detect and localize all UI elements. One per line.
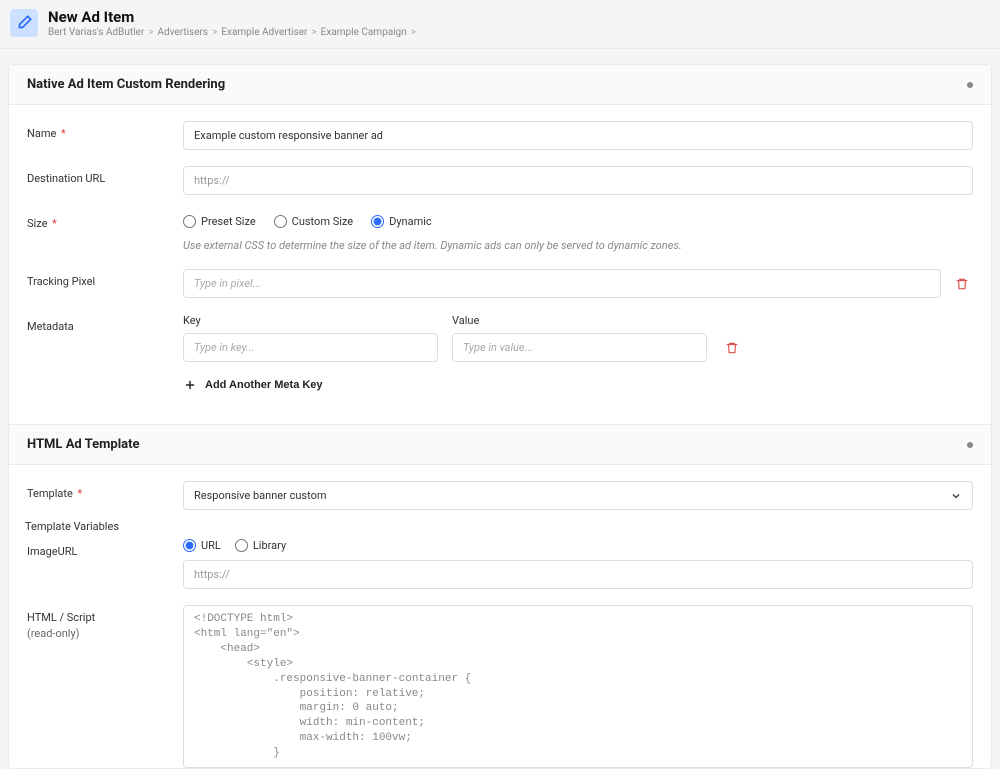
- breadcrumb-item[interactable]: Example Advertiser: [221, 27, 307, 38]
- plus-icon: [183, 378, 197, 392]
- metadata-delete-button[interactable]: [721, 337, 743, 359]
- edit-icon: [10, 9, 38, 37]
- section-title: Native Ad Item Custom Rendering: [27, 77, 225, 92]
- page-title: New Ad Item: [48, 8, 416, 26]
- chevron-down-icon: [950, 490, 962, 502]
- breadcrumb: Bert Varias's AdButler > Advertisers > E…: [48, 27, 416, 38]
- page-header: New Ad Item Bert Varias's AdButler > Adv…: [0, 0, 1000, 49]
- section-header-template[interactable]: HTML Ad Template: [9, 424, 991, 465]
- imageurl-radio-url[interactable]: URL: [183, 539, 221, 552]
- label-name: Name *: [27, 121, 183, 140]
- collapse-dot-icon: [967, 442, 973, 448]
- section-title: HTML Ad Template: [27, 437, 140, 452]
- label-image-url: ImageURL: [27, 539, 183, 558]
- breadcrumb-item[interactable]: Bert Varias's AdButler: [48, 27, 144, 38]
- metadata-key-label: Key: [183, 314, 438, 327]
- imageurl-radio-library[interactable]: Library: [235, 539, 286, 552]
- size-hint: Use external CSS to determine the size o…: [183, 238, 973, 253]
- template-variables-label: Template Variables: [25, 520, 973, 533]
- label-size: Size *: [27, 211, 183, 230]
- size-radio-custom[interactable]: Custom Size: [274, 215, 353, 228]
- label-html-script: HTML / Script (read-only): [27, 605, 183, 640]
- name-input[interactable]: [183, 121, 973, 150]
- size-radio-preset[interactable]: Preset Size: [183, 215, 256, 228]
- label-destination-url: Destination URL: [27, 166, 183, 185]
- add-meta-key-button[interactable]: Add Another Meta Key: [183, 376, 323, 394]
- form-card: Native Ad Item Custom Rendering Name * D…: [8, 64, 992, 769]
- breadcrumb-item[interactable]: Example Campaign: [321, 27, 407, 38]
- size-radio-dynamic[interactable]: Dynamic: [371, 215, 432, 228]
- image-url-input[interactable]: [183, 560, 973, 589]
- section-header-native[interactable]: Native Ad Item Custom Rendering: [9, 65, 991, 105]
- html-script-code: <!DOCTYPE html> <html lang="en"> <head> …: [183, 605, 973, 767]
- breadcrumb-item[interactable]: Advertisers: [157, 27, 208, 38]
- metadata-value-input[interactable]: [452, 333, 707, 362]
- metadata-key-input[interactable]: [183, 333, 438, 362]
- collapse-dot-icon: [967, 82, 973, 88]
- destination-url-input[interactable]: [183, 166, 973, 195]
- template-select[interactable]: Responsive banner custom: [183, 481, 973, 510]
- readonly-note: (read-only): [27, 627, 183, 640]
- tracking-pixel-input[interactable]: [183, 269, 941, 298]
- metadata-value-label: Value: [452, 314, 707, 327]
- tracking-pixel-delete-button[interactable]: [951, 273, 973, 295]
- label-metadata: Metadata: [27, 314, 183, 333]
- label-template: Template *: [27, 481, 183, 500]
- label-tracking-pixel: Tracking Pixel: [27, 269, 183, 288]
